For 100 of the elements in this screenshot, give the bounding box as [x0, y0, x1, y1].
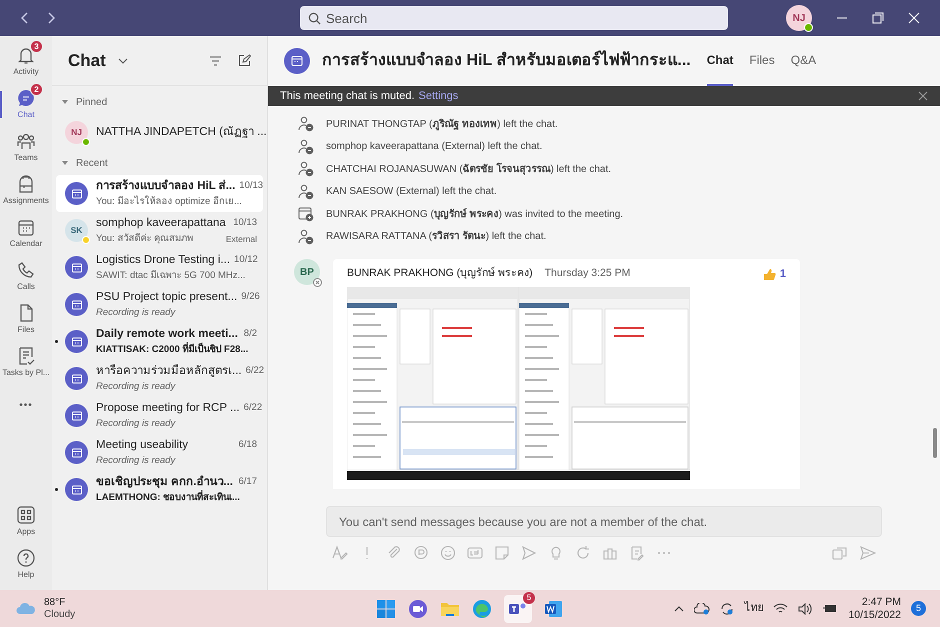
meeting-title: การสร้างแบบจำลอง HiL สำหรับมอเตอร์ไฟฟ้ากระแ...: [322, 49, 691, 71]
chat-preview: Recording is ready: [96, 380, 177, 394]
input-language[interactable]: ไทย: [744, 600, 764, 617]
chat-list-item[interactable]: Daily remote work meeti... 8/2 KIATTISAK: C2000 ที่มีเป็นชิป F28...: [56, 323, 263, 360]
chat-list-item[interactable]: หารือความร่วมมือหลักสูตรเ... 6/22 Recording is ready: [56, 360, 263, 397]
teams-taskbar-button[interactable]: 5: [504, 594, 532, 622]
chat-list-item[interactable]: Meeting useability 6/18 Recording is ready: [56, 434, 263, 471]
scrollbar-thumb[interactable]: [933, 428, 937, 458]
refresh-icon[interactable]: [575, 545, 591, 561]
rail-item-button[interactable]: Apps: [0, 500, 52, 543]
collapse-caret-icon[interactable]: [62, 100, 68, 104]
settings-link[interactable]: Settings: [418, 88, 458, 104]
search-icon: [308, 12, 321, 25]
rail-item-button[interactable]: Teams: [0, 126, 52, 169]
battery-icon[interactable]: [822, 603, 838, 614]
compose-icon[interactable]: [238, 54, 251, 67]
emoji-icon[interactable]: [440, 545, 456, 561]
rail-item-button[interactable]: Assignments: [0, 169, 52, 212]
chat-name: ขอเชิญประชุม คกก.อำนว...: [96, 474, 234, 490]
restore-icon[interactable]: [872, 12, 884, 24]
chat-preview: LAEMTHONG: ชอบงานที่สะเทินเ...: [96, 491, 241, 505]
chevron-up-icon[interactable]: [674, 606, 684, 612]
start-icon[interactable]: [376, 598, 396, 618]
chat-preview: You: สวัสดีค่ะ คุณสมภพ: [96, 232, 194, 246]
section-header[interactable]: Recent: [76, 156, 108, 170]
rail-item-button[interactable]: Tasks by Pl...: [0, 341, 52, 384]
blocked-status-icon: [313, 278, 322, 287]
chat-list-item[interactable]: การสร้างแบบจำลอง HiL ส่... 10/13 You: มีอะไรให้ลอง optimize อีกเย...: [56, 175, 263, 212]
chat-name: somphop kaveerapattana: [96, 216, 227, 231]
sync-icon[interactable]: [720, 602, 734, 616]
cloud-sync-icon[interactable]: [694, 602, 710, 614]
chat-list-item[interactable]: PSU Project topic present... 9/26 Recording is ready: [56, 286, 263, 323]
user-avatar: NJ: [65, 121, 88, 144]
chat-preview: Recording is ready: [96, 454, 177, 468]
calendar-add-icon: [298, 206, 314, 222]
loop-icon[interactable]: [413, 545, 429, 561]
search-field[interactable]: Search: [300, 6, 728, 30]
collapse-caret-icon[interactable]: [62, 160, 68, 166]
tab[interactable]: Files: [749, 36, 775, 86]
event-text: RAWISARA RATTANA (รวิสรา รัตนะ) left the chat.: [326, 230, 546, 244]
tab[interactable]: Q&A: [790, 36, 816, 86]
rail-item-button[interactable]: 2 Chat: [0, 83, 52, 126]
format-icon[interactable]: [332, 545, 348, 561]
send-arrow-icon[interactable]: [521, 545, 537, 561]
person-left-icon: [298, 116, 314, 132]
meeting-icon: [65, 256, 88, 279]
meeting-icon: [65, 293, 88, 316]
message-author: BUNRAK PRAKHONG (บุญรักษ์ พระคง): [347, 266, 533, 282]
meeting-icon: [284, 48, 310, 74]
person-left-icon: [298, 161, 314, 178]
rail-item-button[interactable]: Calendar: [0, 212, 52, 255]
phone-icon: [16, 260, 36, 280]
filter-icon[interactable]: [209, 56, 222, 66]
notes-icon[interactable]: [629, 545, 645, 561]
chat-preview: KIATTISAK: C2000 ที่มีเป็นชิป F28...: [96, 343, 250, 357]
chat-name: PSU Project topic present...: [96, 290, 238, 305]
rail-item-button[interactable]: Help: [0, 543, 52, 586]
chat-list-item[interactable]: Logistics Drone Testing i... 10/12 SAWIT: dtac มีเฉพาะ 5G 700 MHz...: [56, 249, 263, 286]
screen-share-icon[interactable]: [832, 545, 848, 561]
notification-badge[interactable]: 5: [911, 601, 926, 616]
event-text: CHATCHAI ROJANASUWAN (ฉัตรชัย โรจนสุวรรณ) left the chat.: [326, 162, 612, 177]
wifi-icon[interactable]: [773, 602, 788, 614]
section-header[interactable]: Pinned: [76, 94, 108, 110]
gif-icon[interactable]: [467, 545, 483, 561]
rail-more-button[interactable]: •••: [0, 384, 52, 427]
attached-screenshot[interactable]: [347, 286, 690, 480]
chat-date: 6/18: [238, 438, 257, 452]
clock-date[interactable]: 10/15/2022: [848, 608, 901, 622]
document-icon[interactable]: [544, 598, 564, 618]
chat-date: 10/13: [239, 179, 264, 194]
chat-list-item[interactable]: SK somphop kaveerapattana 10/13 You: สวัสดีค่ะ คุณสมภพ External: [56, 212, 263, 249]
chevron-down-icon[interactable]: [118, 58, 128, 64]
back-icon[interactable]: [20, 12, 30, 24]
browser-icon[interactable]: [472, 598, 492, 618]
user-avatar: BP: [294, 259, 320, 285]
help-icon: [16, 548, 36, 568]
chat-list-item[interactable]: ขอเชิญประชุม คกก.อำนว... 6/17 LAEMTHONG: ชอบงานที่สะเทินเ...: [56, 471, 263, 508]
rail-item-button[interactable]: 3 Activity: [0, 40, 52, 83]
user-avatar: SK: [65, 219, 88, 242]
rail-item-button[interactable]: Calls: [0, 255, 52, 298]
chat-name: Propose meeting for RCP ...: [96, 400, 240, 416]
forward-icon[interactable]: [46, 12, 56, 24]
volume-icon[interactable]: [798, 602, 812, 614]
chat-preview: Recording is ready: [96, 306, 177, 320]
meeting-icon: [65, 478, 88, 501]
chat-list-item[interactable]: Propose meeting for RCP ... 6/22 Recording is ready: [56, 397, 263, 434]
close-icon[interactable]: [918, 91, 928, 101]
chat-name: Meeting useability: [96, 438, 190, 453]
meeting-icon: [65, 182, 88, 205]
profile-avatar[interactable]: NJ: [786, 5, 812, 31]
video-chat-icon[interactable]: [408, 598, 428, 618]
apps-icon: [16, 505, 36, 525]
sticker-icon[interactable]: [494, 545, 510, 561]
chat-date: 8/2: [244, 327, 257, 342]
notification-badge: 3: [30, 40, 43, 53]
clock-time[interactable]: 2:47 PM: [862, 596, 901, 608]
cloud-icon: [16, 602, 36, 615]
rail-item-button[interactable]: Files: [0, 298, 52, 341]
send-icon[interactable]: [860, 545, 876, 561]
reaction-button[interactable]: 1: [762, 266, 786, 282]
